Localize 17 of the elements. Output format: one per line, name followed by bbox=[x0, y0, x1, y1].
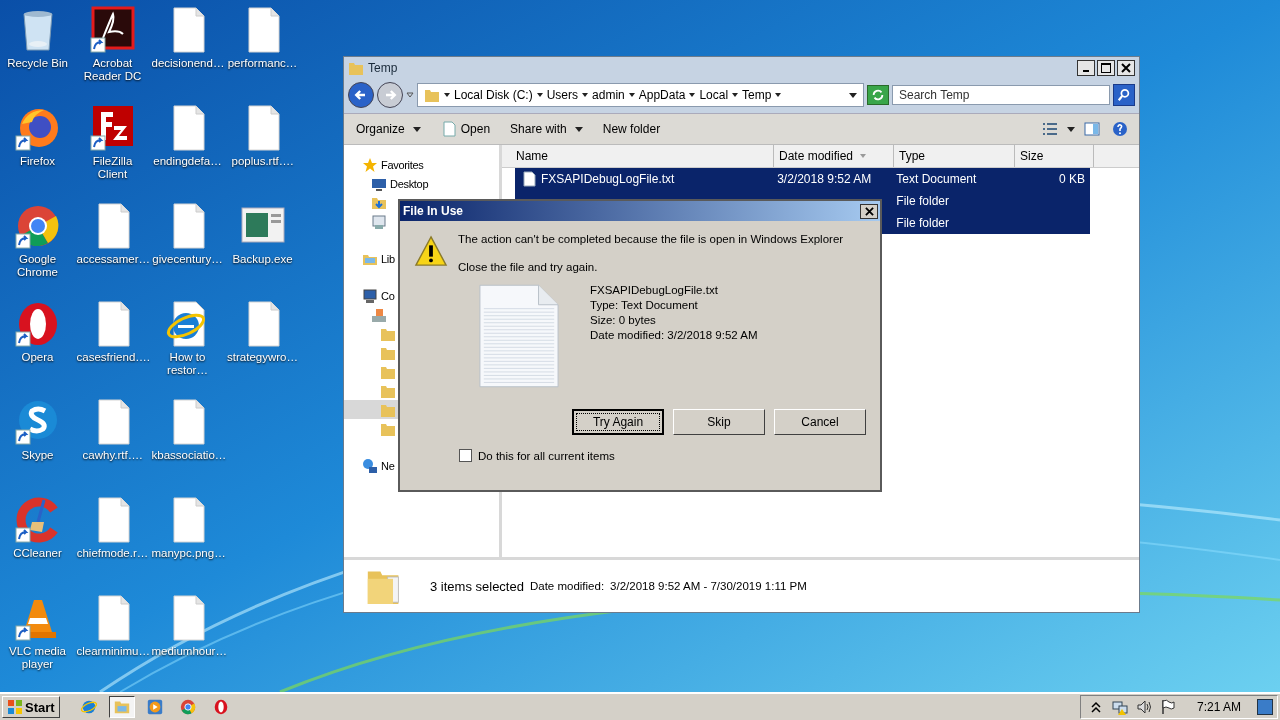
file-date: Date modified: 3/2/2018 9:52 AM bbox=[590, 328, 758, 343]
dialog-message: The action can't be completed because the file is open in Windows Explorer bbox=[458, 233, 844, 245]
file-name: FXSAPIDebugLogFile.txt bbox=[590, 283, 719, 298]
table-cell: File folder bbox=[896, 194, 950, 208]
selection-count: 3 items selected bbox=[430, 578, 524, 594]
dialog-title: File In Use bbox=[403, 204, 464, 218]
detail-label: Date modified: bbox=[529, 580, 605, 592]
file-name: FXSAPIDebugLogFile.txt bbox=[541, 172, 675, 186]
table-cell: File folder bbox=[896, 216, 950, 230]
file-size: Size: 0 bytes bbox=[590, 313, 657, 328]
window-title: Temp bbox=[368, 61, 398, 75]
table-cell: 3/2/2018 9:52 AM bbox=[777, 172, 872, 186]
table-cell: Text Document bbox=[896, 172, 977, 186]
detail-value: 3/2/2018 9:52 AM - 7/30/2019 1:11 PM bbox=[610, 580, 807, 592]
file-type: Type: Text Document bbox=[590, 298, 699, 313]
table-cell: 0 KB bbox=[1059, 172, 1085, 186]
dialog-hint: Close the file and try again. bbox=[458, 261, 599, 273]
